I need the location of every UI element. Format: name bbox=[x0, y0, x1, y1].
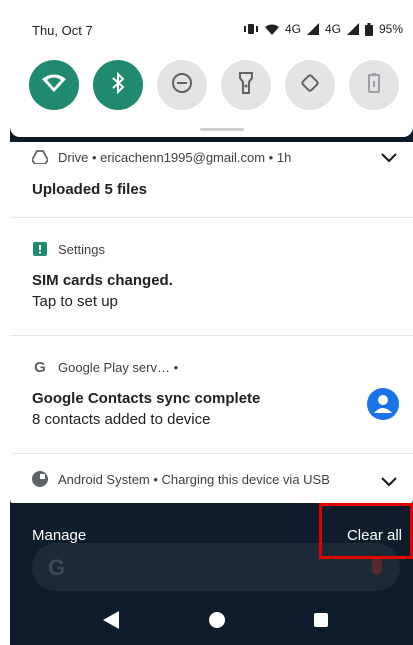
home-icon[interactable] bbox=[209, 612, 225, 628]
chevron-down-icon[interactable] bbox=[381, 474, 397, 492]
notification-header: Settings bbox=[10, 218, 413, 262]
back-icon[interactable] bbox=[103, 611, 119, 634]
status-icons: 4G 4G 95% bbox=[243, 22, 403, 36]
manage-button[interactable]: Manage bbox=[32, 527, 86, 544]
battery-label: 95% bbox=[378, 22, 403, 36]
vibrate-icon bbox=[243, 23, 259, 35]
network-label-1: 4G bbox=[284, 22, 301, 36]
do-not-disturb-icon bbox=[171, 72, 193, 99]
status-date: Thu, Oct 7 bbox=[32, 23, 93, 38]
battery-icon bbox=[364, 22, 373, 36]
drive-icon bbox=[32, 149, 48, 165]
notification-title: Uploaded 5 files bbox=[32, 181, 148, 198]
do-not-disturb-tile[interactable] bbox=[157, 60, 207, 110]
notification-text: 8 contacts added to device bbox=[32, 411, 211, 428]
microphone-icon bbox=[372, 557, 382, 575]
battery-saver-tile[interactable] bbox=[349, 60, 399, 110]
auto-rotate-icon bbox=[299, 72, 321, 99]
wifi-tile[interactable] bbox=[29, 60, 79, 110]
contact-avatar-icon bbox=[367, 388, 399, 425]
drive-notification[interactable]: Drive • ericachenn1995@gmail.com • 1h Up… bbox=[10, 142, 413, 218]
signal-icon-2 bbox=[346, 23, 359, 35]
screen: Thu, Oct 7 4G 4G 95% Drive • ericachenn1… bbox=[10, 0, 413, 645]
google-g-icon: G bbox=[34, 358, 46, 376]
highlight-box bbox=[319, 503, 413, 559]
drag-handle[interactable] bbox=[200, 128, 244, 131]
bluetooth-icon bbox=[111, 71, 125, 99]
flashlight-icon bbox=[238, 71, 254, 99]
notification-title: Google Contacts sync complete bbox=[32, 390, 261, 407]
network-label-2: 4G bbox=[324, 22, 341, 36]
android-system-icon bbox=[32, 471, 48, 487]
notification-text: Tap to set up bbox=[32, 293, 118, 310]
quick-settings-tiles bbox=[29, 60, 399, 110]
battery-saver-icon bbox=[368, 72, 380, 98]
wifi-icon bbox=[42, 74, 66, 97]
notification-title: SIM cards changed. bbox=[32, 272, 173, 289]
google-logo-icon: G bbox=[48, 555, 66, 580]
bluetooth-tile[interactable] bbox=[93, 60, 143, 110]
navigation-bar bbox=[10, 595, 413, 645]
notification-header-text: Android System • Charging this device vi… bbox=[58, 471, 330, 487]
notification-header: Drive • ericachenn1995@gmail.com • 1h bbox=[10, 142, 413, 172]
notification-header: Android System • Charging this device vi… bbox=[10, 454, 413, 494]
notification-header-text: Settings bbox=[58, 241, 105, 257]
notification-list: Drive • ericachenn1995@gmail.com • 1h Up… bbox=[10, 142, 413, 505]
notification-header-text: Google Play serv… • bbox=[58, 359, 179, 375]
signal-icon-1 bbox=[306, 23, 319, 35]
notification-header: G Google Play serv… • bbox=[10, 336, 413, 380]
settings-notification[interactable]: Settings SIM cards changed. Tap to set u… bbox=[10, 218, 413, 336]
flashlight-tile[interactable] bbox=[221, 60, 271, 110]
wifi-status-icon bbox=[264, 24, 279, 35]
quick-settings-panel: Thu, Oct 7 4G 4G 95% bbox=[10, 0, 413, 137]
google-play-services-notification[interactable]: G Google Play serv… • Google Contacts sy… bbox=[10, 336, 413, 454]
chevron-down-icon[interactable] bbox=[381, 150, 397, 168]
settings-icon bbox=[32, 241, 48, 257]
auto-rotate-tile[interactable] bbox=[285, 60, 335, 110]
recents-icon[interactable] bbox=[314, 613, 328, 627]
notification-header-text: Drive • ericachenn1995@gmail.com • 1h bbox=[58, 149, 292, 165]
android-system-notification[interactable]: Android System • Charging this device vi… bbox=[10, 454, 413, 505]
